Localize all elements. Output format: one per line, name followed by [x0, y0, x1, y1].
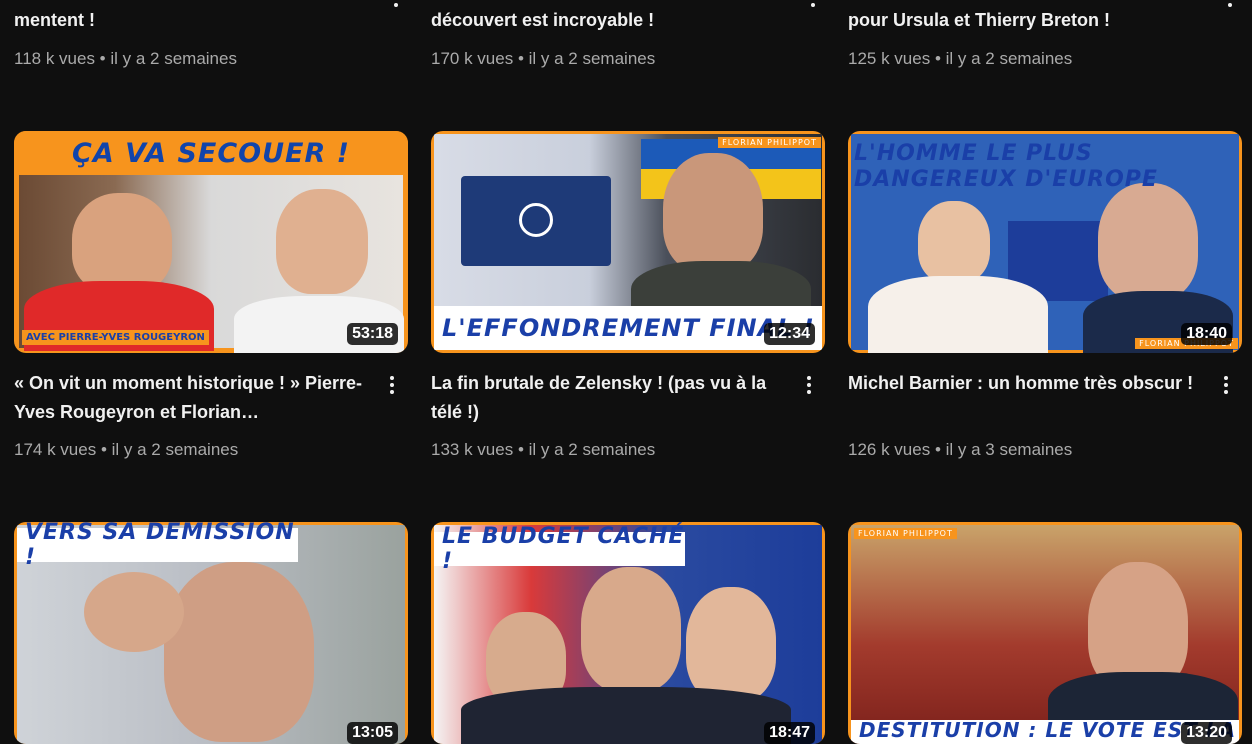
more-actions-button[interactable] [1218, 0, 1242, 10]
video-thumbnail[interactable]: ÇA VA SECOUER ! AVEC PIERRE-YVES ROUGEYR… [14, 131, 408, 353]
video-duration: 18:40 [1181, 323, 1232, 345]
video-card[interactable]: FLORIAN PHILIPPOT DESTITUTION : LE VOTE … [848, 522, 1242, 744]
person-silhouette [1098, 183, 1198, 301]
video-thumbnail[interactable]: FLORIAN PHILIPPOT DESTITUTION : LE VOTE … [848, 522, 1242, 744]
person-silhouette [918, 201, 990, 283]
video-duration: 12:34 [764, 323, 815, 345]
video-grid: mentent ! 118 k vues • il y a 2 semaines… [14, 0, 1244, 744]
thumbnail-banner: L'HOMME LE PLUS DANGEREUX D'EUROPE [854, 141, 1158, 192]
more-actions-button[interactable] [797, 373, 821, 397]
video-meta: 174 k vues • il y a 2 semaines [14, 440, 239, 459]
thumbnail-banner: ÇA VA SECOUER ! [14, 131, 408, 175]
video-duration: 18:47 [764, 722, 815, 744]
video-duration: 13:05 [347, 722, 398, 744]
thumbnail-banner: LE BUDGET CACHÉ ! [434, 524, 685, 574]
video-title[interactable]: Michel Barnier : un homme très obscur ! [848, 369, 1198, 398]
shirt-shape [461, 687, 791, 744]
video-meta: 118 k vues • il y a 2 semaines [14, 49, 237, 68]
video-card[interactable]: LE BUDGET CACHÉ ! 18:47 [431, 522, 825, 744]
brand-tag: FLORIAN PHILIPPOT [718, 137, 821, 148]
shirt-shape [868, 276, 1048, 353]
person-silhouette [164, 562, 314, 742]
video-duration: 13:20 [1181, 722, 1232, 744]
thumbnail-caption: AVEC PIERRE-YVES ROUGEYRON [22, 330, 209, 345]
video-thumbnail[interactable]: FLORIAN PHILIPPOT L'EFFONDREMENT FINAL !… [431, 131, 825, 353]
video-title[interactable]: découvert est incroyable ! [431, 6, 781, 35]
video-duration: 53:18 [347, 323, 398, 345]
person-silhouette [663, 153, 763, 273]
video-thumbnail[interactable]: VERS SA DÉMISSION ! 13:05 [14, 522, 408, 744]
person-silhouette [581, 567, 681, 692]
video-title[interactable]: pour Ursula et Thierry Breton ! [848, 6, 1198, 35]
more-actions-button[interactable] [801, 0, 825, 10]
video-meta: 126 k vues • il y a 3 semaines [848, 440, 1073, 459]
video-meta: 133 k vues • il y a 2 semaines [431, 440, 656, 459]
video-card[interactable]: L'HOMME LE PLUS DANGEREUX D'EUROPE FLORI… [848, 131, 1242, 459]
hand-shape [84, 572, 184, 652]
more-actions-button[interactable] [380, 373, 404, 397]
brand-tag: FLORIAN PHILIPPOT [854, 528, 957, 539]
person-silhouette [276, 189, 368, 294]
video-card[interactable]: FLORIAN PHILIPPOT L'EFFONDREMENT FINAL !… [431, 131, 825, 459]
thumbnail-banner: VERS SA DÉMISSION ! [17, 522, 298, 570]
video-title[interactable]: La fin brutale de Zelensky ! (pas vu à l… [431, 369, 781, 427]
video-thumbnail[interactable]: L'HOMME LE PLUS DANGEREUX D'EUROPE FLORI… [848, 131, 1242, 353]
more-actions-button[interactable] [384, 0, 408, 10]
video-title[interactable]: « On vit un moment historique ! » Pierre… [14, 369, 364, 427]
video-meta: 170 k vues • il y a 2 semaines [431, 49, 656, 68]
person-silhouette [72, 193, 172, 293]
person-silhouette [686, 587, 776, 702]
more-actions-button[interactable] [1214, 373, 1238, 397]
video-meta: 125 k vues • il y a 2 semaines [848, 49, 1073, 68]
video-card[interactable]: ÇA VA SECOUER ! AVEC PIERRE-YVES ROUGEYR… [14, 131, 408, 459]
nato-star-icon [519, 203, 553, 237]
video-card[interactable]: VERS SA DÉMISSION ! 13:05 [14, 522, 408, 744]
video-thumbnail[interactable]: LE BUDGET CACHÉ ! 18:47 [431, 522, 825, 744]
video-title[interactable]: mentent ! [14, 6, 364, 35]
